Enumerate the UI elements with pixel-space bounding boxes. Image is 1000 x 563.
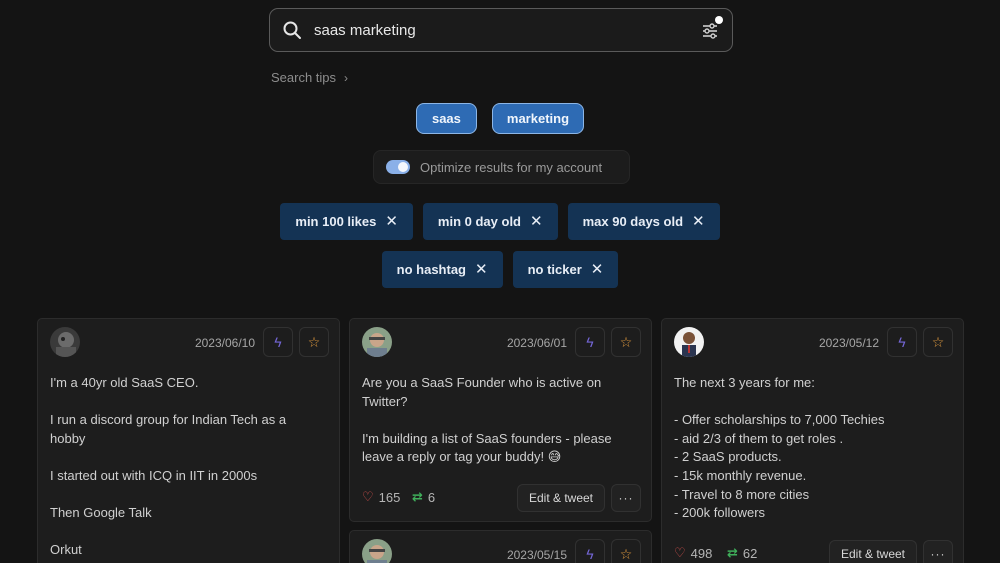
- optimize-toggle-row: Optimize results for my account: [373, 150, 630, 184]
- search-icon: [283, 21, 301, 39]
- star-icon[interactable]: ☆: [611, 327, 641, 357]
- filter-chips-row-1: min 100 likes ✕ min 0 day old ✕ max 90 d…: [0, 203, 1000, 240]
- avatar: [362, 327, 392, 357]
- retweets-count: ⇄ 6: [412, 489, 435, 505]
- likes-count: ♡ 498: [674, 545, 712, 561]
- close-icon[interactable]: ✕: [530, 214, 543, 229]
- filter-chips-row-2: no hashtag ✕ no ticker ✕: [0, 251, 1000, 288]
- filter-settings-icon[interactable]: [700, 21, 720, 41]
- avatar: [362, 539, 392, 563]
- bolt-icon[interactable]: ϟ: [263, 327, 293, 357]
- tweet-date: 2023/06/10: [194, 336, 255, 350]
- filter-chip-min-likes[interactable]: min 100 likes ✕: [280, 203, 413, 240]
- close-icon[interactable]: ✕: [692, 214, 705, 229]
- keyword-chip-marketing[interactable]: marketing: [491, 103, 585, 134]
- tweet-date: 2023/05/12: [818, 336, 879, 350]
- bolt-icon[interactable]: ϟ: [887, 327, 917, 357]
- retweets-count: ⇄ 62: [727, 545, 757, 561]
- more-icon[interactable]: ···: [923, 540, 953, 563]
- avatar: [50, 327, 80, 357]
- tweet-text: Are you a SaaS Founder who is active on …: [362, 375, 612, 465]
- tweet-card-header: 2023/05/15 ϟ ☆: [362, 539, 641, 563]
- retweet-icon: ⇄: [727, 545, 738, 560]
- chevron-right-icon: ›: [344, 70, 349, 85]
- toggle-knob: [398, 162, 408, 172]
- retweet-icon: ⇄: [412, 489, 423, 504]
- search-tips-link[interactable]: Search tips ›: [271, 70, 348, 85]
- keyword-chips: saas marketing: [0, 103, 1000, 134]
- heart-icon: ♡: [674, 545, 686, 560]
- bolt-icon[interactable]: ϟ: [575, 539, 605, 563]
- filter-chip-no-hashtag[interactable]: no hashtag ✕: [381, 251, 503, 288]
- retweets-value: 6: [427, 489, 436, 505]
- filter-chip-label: no hashtag: [396, 262, 466, 277]
- keyword-chip-saas[interactable]: saas: [415, 103, 477, 134]
- tweet-date: 2023/05/15: [506, 548, 567, 562]
- tweet-card-header: 2023/06/01 ϟ ☆: [362, 327, 641, 357]
- edit-tweet-button[interactable]: Edit & tweet: [516, 484, 605, 512]
- search-box[interactable]: [269, 8, 733, 52]
- tweet-card-footer: ♡ 165 ⇄ 6 Edit & tweet ···: [362, 484, 641, 512]
- filter-chip-label: max 90 days old: [582, 214, 684, 229]
- filter-chip-min-age[interactable]: min 0 day old ✕: [422, 203, 558, 240]
- tweet-date: 2023/06/01: [506, 336, 567, 350]
- optimize-toggle[interactable]: [386, 160, 410, 174]
- likes-count: ♡ 165: [362, 489, 400, 505]
- close-icon[interactable]: ✕: [385, 214, 398, 229]
- filter-chip-label: no ticker: [527, 262, 582, 277]
- tweet-card-header: 2023/05/12 ϟ ☆: [674, 327, 953, 357]
- edit-tweet-button[interactable]: Edit & tweet: [828, 540, 917, 563]
- optimize-toggle-label: Optimize results for my account: [420, 159, 603, 175]
- bolt-icon[interactable]: ϟ: [575, 327, 605, 357]
- avatar: [674, 327, 704, 357]
- tweet-card-header: 2023/06/10 ϟ ☆: [50, 327, 329, 357]
- filter-chip-label: min 100 likes: [295, 214, 377, 229]
- search-tips-label: Search tips: [271, 70, 337, 85]
- tweet-card: 2023/05/15 ϟ ☆: [349, 530, 652, 563]
- more-icon[interactable]: ···: [611, 484, 641, 512]
- tweet-text: The next 3 years for me: - Offer scholar…: [674, 375, 885, 521]
- star-icon[interactable]: ☆: [611, 539, 641, 563]
- filter-chip-no-ticker[interactable]: no ticker ✕: [512, 251, 619, 288]
- retweets-value: 62: [742, 545, 758, 561]
- likes-value: 498: [690, 545, 713, 561]
- heart-icon: ♡: [362, 489, 374, 504]
- star-icon[interactable]: ☆: [299, 327, 329, 357]
- close-icon[interactable]: ✕: [475, 262, 488, 277]
- filter-chip-max-age[interactable]: max 90 days old ✕: [567, 203, 720, 240]
- likes-value: 165: [378, 489, 401, 505]
- star-icon[interactable]: ☆: [923, 327, 953, 357]
- tweet-card: 2023/05/12 ϟ ☆ The next 3 years for me: …: [661, 318, 964, 563]
- tweet-card-footer: ♡ 498 ⇄ 62 Edit & tweet ···: [674, 540, 953, 563]
- search-input[interactable]: [314, 17, 684, 43]
- close-icon[interactable]: ✕: [591, 262, 604, 277]
- filter-chip-label: min 0 day old: [437, 214, 521, 229]
- tweet-card: 2023/06/01 ϟ ☆ Are you a SaaS Founder wh…: [349, 318, 652, 522]
- tweet-card: 2023/06/10 ϟ ☆ I'm a 40yr old SaaS CEO. …: [37, 318, 340, 563]
- tweet-text: I'm a 40yr old SaaS CEO. I run a discord…: [50, 375, 287, 558]
- filter-active-dot: [715, 16, 723, 24]
